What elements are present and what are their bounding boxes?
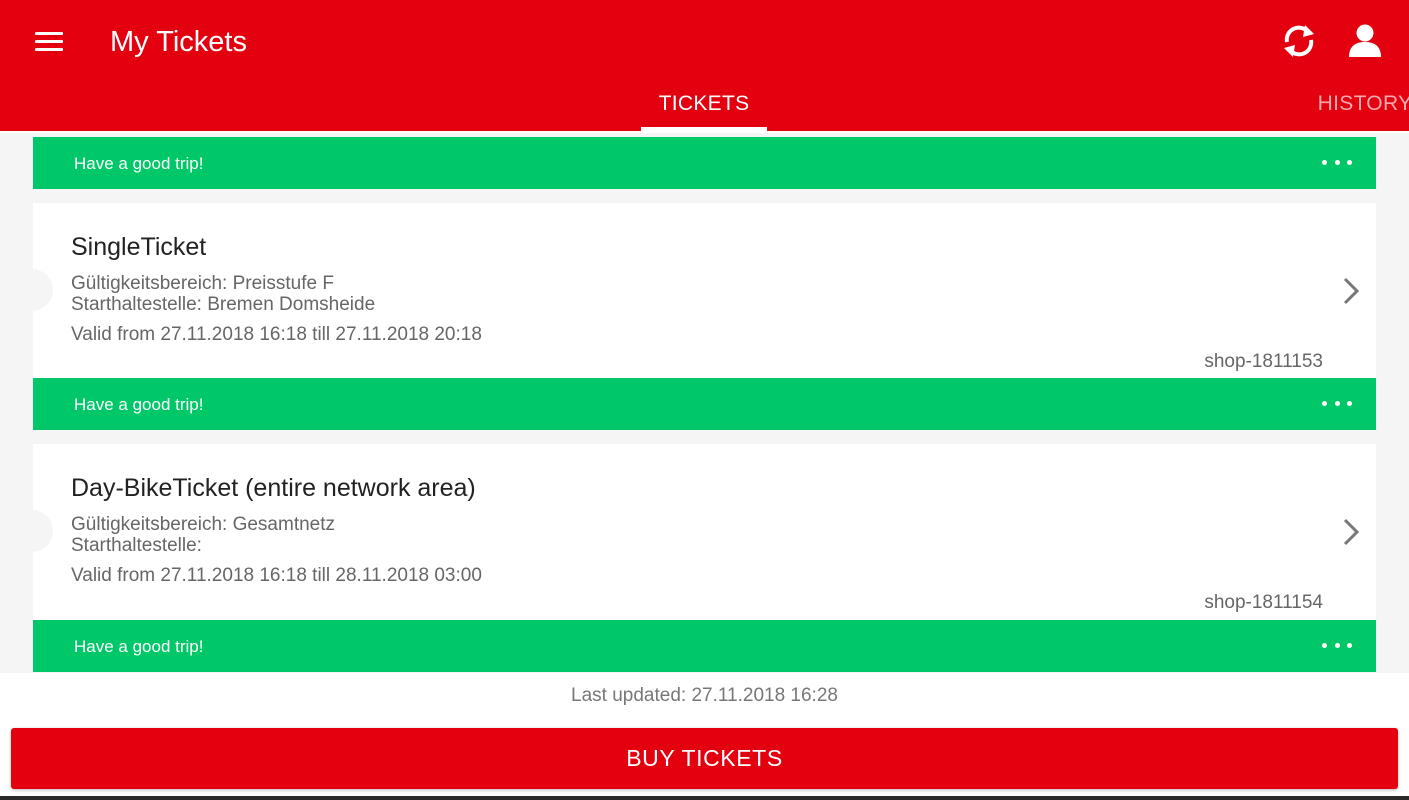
account-button[interactable] — [1344, 20, 1386, 62]
screen-bottom-edge — [0, 796, 1409, 800]
ticket-status-bar: Have a good trip! — [33, 137, 1376, 189]
ticket-zone: Gültigkeitsbereich: Preisstufe F — [71, 273, 334, 294]
last-updated-text: Last updated: 27.11.2018 16:28 — [571, 685, 838, 706]
ticket-notch — [11, 269, 53, 311]
ticket-status-bar: Have a good trip! — [33, 620, 1376, 672]
tab-tickets[interactable]: TICKETS — [641, 92, 767, 131]
app-bar: My Tickets TICKETS HISTORY — [0, 0, 1409, 131]
ticket-start-stop: Starthaltestelle: Bremen Domsheide — [71, 294, 376, 315]
buy-tickets-button[interactable]: BUY TICKETS — [11, 728, 1398, 789]
more-options-button[interactable] — [1322, 632, 1352, 658]
more-horizontal-icon — [1322, 159, 1352, 165]
ticket-validity: Valid from 27.11.2018 16:18 till 27.11.2… — [71, 324, 482, 345]
ticket-list[interactable]: Have a good trip! SingleTicket Gültigkei… — [0, 133, 1409, 673]
ticket-notch — [11, 510, 53, 552]
more-options-button[interactable] — [1322, 149, 1352, 175]
ticket-start-stop: Starthaltestelle: — [71, 535, 202, 556]
ticket-name: Day-BikeTicket (entire network area) — [71, 474, 476, 502]
chevron-right-icon — [1343, 518, 1360, 546]
page-title: My Tickets — [110, 26, 247, 58]
menu-button[interactable] — [26, 22, 72, 62]
status-text: Have a good trip! — [74, 154, 204, 173]
hamburger-menu-icon — [35, 32, 63, 52]
ticket-validity: Valid from 27.11.2018 16:18 till 28.11.2… — [71, 565, 482, 586]
footer: Last updated: 27.11.2018 16:28 BUY TICKE… — [0, 673, 1409, 800]
refresh-icon — [1284, 25, 1314, 57]
ticket-name: SingleTicket — [71, 233, 207, 261]
ticket-id: shop-1811153 — [1204, 351, 1323, 372]
status-text: Have a good trip! — [74, 395, 204, 414]
tab-history[interactable]: HISTORY — [1310, 92, 1409, 131]
ticket-zone: Gültigkeitsbereich: Gesamtnetz — [71, 514, 336, 535]
more-horizontal-icon — [1322, 642, 1352, 648]
refresh-button[interactable] — [1278, 20, 1320, 62]
ticket-card[interactable]: Day-BikeTicket (entire network area) Gül… — [11, 444, 1376, 620]
more-options-button[interactable] — [1322, 390, 1352, 416]
status-text: Have a good trip! — [74, 637, 204, 656]
chevron-right-icon — [1343, 277, 1360, 305]
account-icon — [1349, 24, 1381, 57]
more-horizontal-icon — [1322, 400, 1352, 406]
ticket-id: shop-1811154 — [1204, 592, 1323, 613]
ticket-status-bar: Have a good trip! — [33, 378, 1376, 430]
ticket-card[interactable]: SingleTicket Gültigkeitsbereich: Preisst… — [11, 203, 1376, 379]
